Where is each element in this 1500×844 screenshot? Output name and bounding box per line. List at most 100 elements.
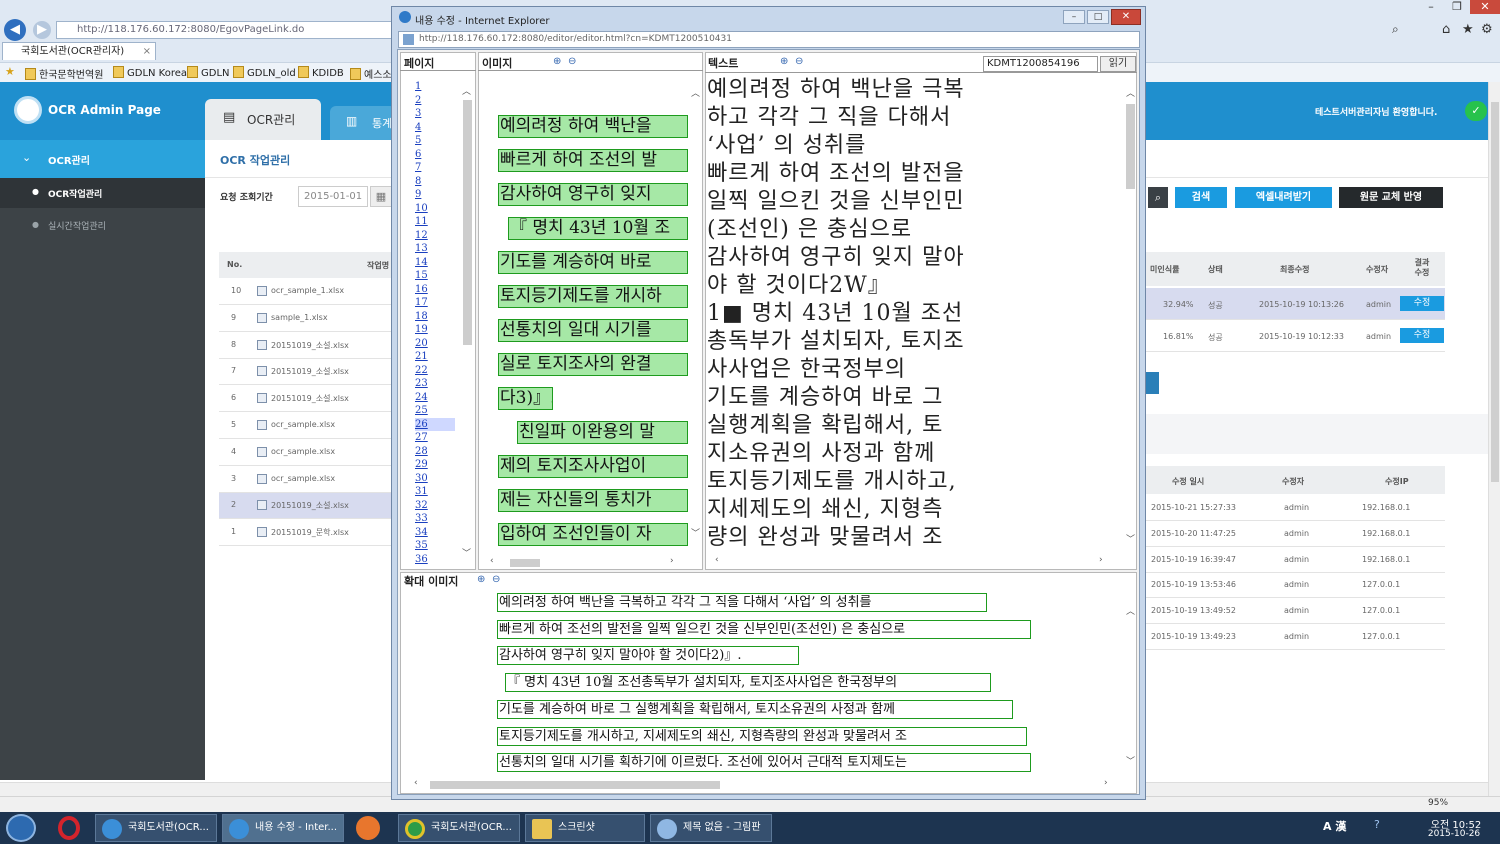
page-link[interactable]: 29: [415, 458, 455, 472]
row-filename[interactable]: 20151019_문학.xlsx: [271, 527, 349, 538]
page-link[interactable]: 16: [415, 283, 455, 297]
page-link[interactable]: 36: [415, 553, 455, 567]
tab-stats[interactable]: ▥ 통계: [330, 106, 396, 140]
close-window-icon[interactable]: ✕: [1470, 0, 1500, 14]
row-filename[interactable]: ocr_sample.xlsx: [271, 447, 335, 456]
page-link[interactable]: 30: [415, 472, 455, 486]
ocr-text-line[interactable]: 빠르게 하여 조선의 발전을: [707, 160, 965, 188]
ocr-text-line[interactable]: 토지등기제도를 개시하고,: [707, 468, 957, 496]
restore-icon[interactable]: ❐: [1444, 0, 1470, 14]
favorite-link[interactable]: GDLN Korea: [113, 66, 187, 79]
page-link[interactable]: 22: [415, 364, 455, 378]
page-link[interactable]: 33: [415, 512, 455, 526]
search-icon[interactable]: ⌕: [1148, 187, 1168, 208]
row-filename[interactable]: ocr_sample_1.xlsx: [271, 286, 344, 295]
zoom-out-icon[interactable]: ⊖: [492, 574, 500, 585]
browser-tab[interactable]: 국회도서관(OCR관리자) ×: [2, 42, 156, 60]
page-link[interactable]: 11: [415, 215, 455, 229]
page-link[interactable]: 20: [415, 337, 455, 351]
page-link[interactable]: 19: [415, 323, 455, 337]
page-link[interactable]: 7: [415, 161, 455, 175]
tab-ocr[interactable]: ▤ OCR관리: [205, 99, 321, 140]
page-link[interactable]: 31: [415, 485, 455, 499]
ocr-text-line[interactable]: 지세제도의 쇄신, 지형측: [707, 496, 943, 524]
ocr-text-line[interactable]: 사사업은 한국정부의: [707, 356, 906, 384]
page-link[interactable]: 14: [415, 256, 455, 270]
text-scrollbar-v[interactable]: ︿ ﹀: [1124, 86, 1137, 556]
page-link[interactable]: 6: [415, 148, 455, 162]
ocr-text-line[interactable]: 하고 각각 그 직을 다해서: [707, 104, 951, 132]
back-icon[interactable]: ◀: [4, 19, 26, 41]
sidebar-item-ocr-work[interactable]: ● OCR작업관리: [0, 178, 205, 208]
forward-icon[interactable]: ▶: [33, 21, 51, 39]
page-link[interactable]: 15: [415, 269, 455, 283]
ocr-text-line[interactable]: 량의 완성과 맞물려서 조: [707, 524, 943, 552]
page-link[interactable]: 26: [415, 417, 455, 431]
page-link[interactable]: 17: [415, 296, 455, 310]
ocr-text-line[interactable]: 지소유권의 사정과 함께: [707, 440, 935, 468]
row-filename[interactable]: ocr_sample.xlsx: [271, 474, 335, 483]
favorite-link[interactable]: GDLN_old: [233, 66, 296, 79]
opera-icon[interactable]: [58, 816, 80, 840]
ocr-text-line[interactable]: 야 할 것이다2W』: [707, 272, 891, 300]
table-row[interactable]: 1 20151019_문학.xlsx: [219, 519, 391, 545]
pager-indicator[interactable]: [1145, 372, 1159, 394]
zoom-scrollbar-v[interactable]: ︿ ﹀: [1124, 604, 1137, 774]
table-row[interactable]: 9 sample_1.xlsx: [219, 305, 391, 331]
zoom-scrollbar-h[interactable]: ‹ ›: [410, 778, 1120, 791]
doc-id-input[interactable]: KDMT1200854196: [983, 56, 1098, 72]
taskbar-item-ie-edit[interactable]: 내용 수정 - Inter...: [222, 814, 344, 842]
taskbar-item-ie-admin[interactable]: 국회도서관(OCR...: [95, 814, 217, 842]
text-scrollbar-h[interactable]: ‹ ›: [707, 555, 1117, 568]
ocr-text-line[interactable]: 감사하여 영구히 잊지 말아: [707, 244, 965, 272]
page-link[interactable]: 21: [415, 350, 455, 364]
read-button[interactable]: 읽기: [1100, 56, 1136, 72]
zoom-level[interactable]: 95%: [1428, 798, 1448, 808]
table-row[interactable]: 2 20151019_소설.xlsx: [219, 492, 391, 518]
page-link[interactable]: 27: [415, 431, 455, 445]
ocr-text-line[interactable]: 총독부가 설치되자, 토지조: [707, 328, 965, 356]
table-row[interactable]: 7 20151019_소설.xlsx: [219, 358, 391, 384]
minimize-icon[interactable]: –: [1418, 0, 1444, 14]
start-button[interactable]: [6, 814, 36, 842]
zoom-in-icon[interactable]: ⊕: [780, 56, 788, 67]
calendar-icon[interactable]: ▦: [370, 186, 392, 207]
page-link[interactable]: 13: [415, 242, 455, 256]
table-row[interactable]: 3 ocr_sample.xlsx: [219, 466, 391, 492]
apply-original-button[interactable]: 원문 교체 반영: [1339, 187, 1443, 208]
close-tab-icon[interactable]: ×: [143, 43, 151, 60]
popup-maximize-icon[interactable]: □: [1087, 10, 1109, 24]
favorites-icon[interactable]: ★: [5, 65, 15, 78]
firefox-icon[interactable]: [356, 816, 380, 840]
page-link[interactable]: 28: [415, 445, 455, 459]
page-link[interactable]: 5: [415, 134, 455, 148]
page-link[interactable]: 23: [415, 377, 455, 391]
page-scrollbar-v[interactable]: [1488, 82, 1500, 796]
image-scrollbar-v[interactable]: ︿ ﹀: [690, 86, 702, 556]
ocr-text-line[interactable]: 실행계획을 확립해서, 토: [707, 412, 943, 440]
logout-icon[interactable]: ✓: [1465, 101, 1487, 121]
table-row[interactable]: 4 ocr_sample.xlsx: [219, 439, 391, 465]
page-list-scrollbar[interactable]: ︿ ﹀: [460, 84, 475, 560]
taskbar-item-folder[interactable]: 스크린샷: [525, 814, 645, 842]
ocr-text-line[interactable]: (조선인) 은 충심으로: [707, 216, 912, 244]
row-filename[interactable]: 20151019_소설.xlsx: [271, 340, 349, 351]
popup-minimize-icon[interactable]: –: [1063, 10, 1085, 24]
sidebar-item-realtime[interactable]: ● 실시간작업관리: [0, 210, 205, 240]
page-link[interactable]: 9: [415, 188, 455, 202]
popup-close-icon[interactable]: ✕: [1111, 9, 1141, 25]
excel-download-button[interactable]: 엑셀내려받기: [1235, 187, 1332, 208]
zoom-out-icon[interactable]: ⊖: [568, 56, 576, 67]
home-icon[interactable]: ⌂: [1442, 22, 1450, 37]
row-filename[interactable]: 20151019_소설.xlsx: [271, 500, 349, 511]
search-icon[interactable]: ⌕: [1392, 22, 1399, 37]
page-link[interactable]: 1: [415, 80, 455, 94]
row-filename[interactable]: ocr_sample.xlsx: [271, 420, 335, 429]
page-link[interactable]: 18: [415, 310, 455, 324]
favorite-link[interactable]: 한국문학번역원: [25, 66, 103, 81]
table-row[interactable]: 8 20151019_소설.xlsx: [219, 332, 391, 358]
favorites-star-icon[interactable]: ★: [1462, 22, 1474, 37]
page-link[interactable]: 32: [415, 499, 455, 513]
zoom-in-icon[interactable]: ⊕: [477, 574, 485, 585]
page-link[interactable]: 3: [415, 107, 455, 121]
